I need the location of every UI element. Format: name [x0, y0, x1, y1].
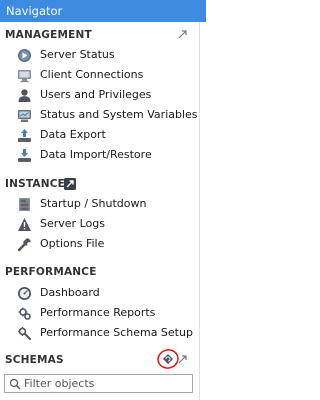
sidebar-item-label: Startup / Shutdown: [40, 197, 147, 210]
user-icon: [18, 89, 31, 102]
filter-objects-field[interactable]: [4, 374, 193, 393]
system-variables-icon: [18, 110, 31, 122]
panel-edge: [199, 22, 200, 400]
sidebar-item-users-and-privileges[interactable]: Users and Privileges: [0, 85, 206, 105]
sidebar-item-startup-shutdown[interactable]: Startup / Shutdown: [0, 194, 206, 214]
sidebar-item-label: Data Export: [40, 128, 106, 141]
sidebar-item-label: Client Connections: [40, 68, 144, 81]
instance-icon: [64, 178, 76, 190]
sidebar-item-status-and-system-variables[interactable]: Status and System Variables: [0, 105, 206, 125]
data-export-icon: [18, 129, 31, 142]
sidebar-item-dashboard[interactable]: Dashboard: [0, 283, 206, 303]
sidebar-item-label: Status and System Variables: [40, 108, 198, 121]
sidebar-item-data-import-restore[interactable]: Data Import/Restore: [0, 145, 206, 165]
sidebar-item-label: Options File: [40, 237, 105, 250]
sidebar-item-options-file[interactable]: Options File: [0, 234, 206, 254]
filter-objects-input[interactable]: [24, 376, 188, 391]
dashboard-icon: [18, 287, 31, 300]
sidebar-item-label: Server Logs: [40, 217, 105, 230]
performance-header[interactable]: PERFORMANCE: [0, 264, 206, 280]
expand-icon[interactable]: [178, 355, 187, 364]
wrench-icon: [17, 238, 31, 252]
sidebar-item-label: Server Status: [40, 48, 115, 61]
sidebar-item-label: Dashboard: [40, 286, 100, 299]
sidebar-item-label: Performance Reports: [40, 306, 156, 319]
sidebar-item-label: Users and Privileges: [40, 88, 152, 101]
refresh-icon[interactable]: [162, 353, 174, 365]
client-connections-icon: [18, 70, 31, 83]
sidebar-item-performance-schema-setup[interactable]: Performance Schema Setup: [0, 323, 206, 343]
performance-reports-icon: [18, 307, 31, 320]
sidebar-item-client-connections[interactable]: Client Connections: [0, 65, 206, 85]
sidebar-item-server-logs[interactable]: Server Logs: [0, 214, 206, 234]
data-import-icon: [18, 149, 31, 162]
sidebar-item-label: Data Import/Restore: [40, 148, 152, 161]
warning-icon: [18, 218, 31, 231]
instance-header[interactable]: INSTANCE: [0, 176, 206, 192]
search-icon: [9, 378, 21, 390]
management-header[interactable]: MANAGEMENT: [0, 27, 206, 43]
server-status-icon: [18, 49, 31, 62]
sidebar-item-performance-reports[interactable]: Performance Reports: [0, 303, 206, 323]
sidebar-item-server-status[interactable]: Server Status: [0, 45, 206, 65]
sidebar-item-label: Performance Schema Setup: [40, 326, 193, 339]
schema-setup-icon: [18, 327, 31, 340]
expand-icon[interactable]: [178, 30, 187, 39]
startup-shutdown-icon: [19, 198, 30, 211]
navigator-title: Navigator: [0, 0, 206, 22]
sidebar-item-data-export[interactable]: Data Export: [0, 125, 206, 145]
